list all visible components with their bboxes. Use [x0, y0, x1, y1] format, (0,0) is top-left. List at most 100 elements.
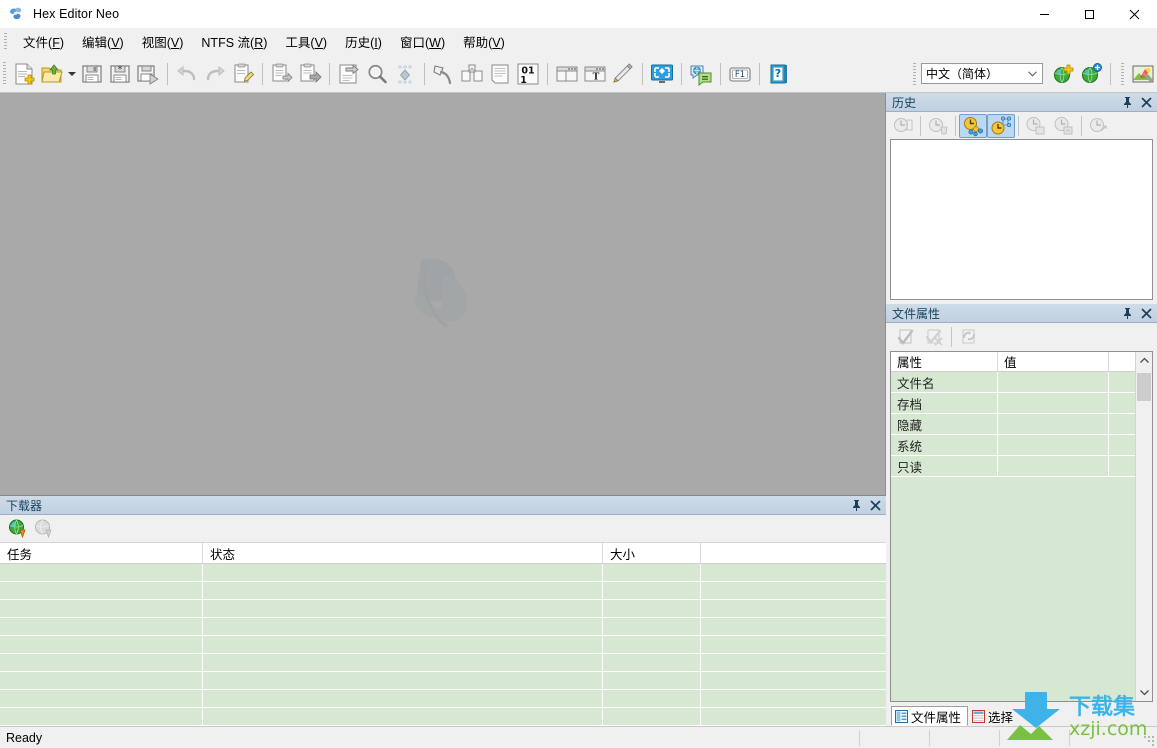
menu-ntfs-streams[interactable]: NTFS 流(R) — [192, 28, 276, 55]
menu-help[interactable]: 帮助(V) — [454, 28, 514, 55]
downloader-grid-body[interactable] — [0, 564, 886, 726]
table-row[interactable] — [0, 690, 886, 708]
f1-button[interactable]: F1 — [726, 60, 754, 88]
scroll-up-button[interactable] — [1136, 352, 1152, 369]
table-row[interactable] — [0, 582, 886, 600]
history-close-button[interactable] — [1138, 94, 1155, 111]
find-button[interactable] — [363, 60, 391, 88]
table-row[interactable] — [0, 672, 886, 690]
theme-button[interactable] — [1129, 60, 1157, 88]
downloader-close-button[interactable] — [867, 497, 884, 514]
column-header-task[interactable]: 任务 — [0, 543, 203, 563]
scroll-down-button[interactable] — [1136, 684, 1152, 701]
column-header-value[interactable]: 值 — [998, 352, 1109, 371]
paste-button[interactable] — [296, 60, 324, 88]
undo-button[interactable] — [173, 60, 201, 88]
hex-editor-canvas[interactable] — [0, 93, 886, 495]
pane-layout-button[interactable] — [553, 60, 581, 88]
open-file-button[interactable] — [38, 60, 66, 88]
svg-text:1: 1 — [520, 75, 527, 86]
pencil-button[interactable] — [609, 60, 637, 88]
property-name: 文件名 — [891, 372, 998, 392]
history-tree-view-button[interactable] — [987, 113, 1015, 138]
compare-button[interactable] — [458, 60, 486, 88]
save-all-button[interactable] — [134, 60, 162, 88]
history-content-area[interactable] — [890, 139, 1153, 300]
download-remove-button[interactable] — [31, 517, 57, 541]
history-branch-view-button[interactable] — [959, 113, 987, 138]
table-row[interactable] — [0, 618, 886, 636]
table-row[interactable]: 只读 — [891, 456, 1135, 477]
history-pin-button[interactable] — [1119, 94, 1136, 111]
menu-window[interactable]: 窗口(W) — [391, 28, 454, 55]
export-button[interactable] — [335, 60, 363, 88]
file-properties-rows[interactable]: 文件名 存档 隐藏 系统 只读 — [891, 372, 1135, 701]
help-button[interactable]: ? — [765, 60, 793, 88]
property-value[interactable] — [998, 393, 1109, 413]
property-value[interactable] — [998, 372, 1109, 392]
add-language-button[interactable] — [1049, 60, 1077, 88]
table-row[interactable] — [0, 564, 886, 582]
update-language-button[interactable] — [1077, 60, 1105, 88]
property-value[interactable] — [998, 414, 1109, 434]
refresh-properties-button[interactable] — [955, 325, 983, 349]
text-pane-button[interactable]: T — [581, 60, 609, 88]
toolbar-gripper-far-right[interactable] — [1121, 62, 1124, 85]
copy-button[interactable] — [268, 60, 296, 88]
scrollbar-track[interactable] — [1136, 369, 1152, 684]
status-pane-1 — [859, 729, 929, 746]
column-header-status[interactable]: 状态 — [203, 543, 603, 563]
table-row[interactable] — [0, 654, 886, 672]
apply-properties-button[interactable] — [892, 325, 920, 349]
revert-properties-button[interactable] — [920, 325, 948, 349]
column-header-size[interactable]: 大小 — [603, 543, 701, 563]
close-button[interactable] — [1112, 0, 1157, 28]
menu-tools[interactable]: 工具(V) — [276, 28, 336, 55]
fill-button[interactable] — [430, 60, 458, 88]
fullscreen-button[interactable] — [648, 60, 676, 88]
downloader-pin-button[interactable] — [848, 497, 865, 514]
menu-view[interactable]: 视图(V) — [133, 28, 193, 55]
menu-history[interactable]: 历史(I) — [336, 28, 391, 55]
menu-edit[interactable]: 编辑(V) — [73, 28, 133, 55]
property-value[interactable] — [998, 435, 1109, 455]
history-clear-button[interactable] — [924, 114, 952, 138]
history-copy-button[interactable] — [1022, 114, 1050, 138]
edit-button[interactable] — [229, 60, 257, 88]
language-select[interactable]: 中文（简体） English Deutsch 日本語 — [921, 63, 1043, 84]
scrollbar-thumb[interactable] — [1137, 373, 1151, 401]
open-file-dropdown[interactable] — [66, 60, 78, 88]
table-row[interactable] — [0, 636, 886, 654]
history-paste-button[interactable] — [1050, 114, 1078, 138]
table-row[interactable]: 隐藏 — [891, 414, 1135, 435]
property-value[interactable] — [998, 456, 1109, 476]
redo-button[interactable] — [201, 60, 229, 88]
binary-mode-button[interactable]: 01 1 — [514, 60, 542, 88]
structure-button[interactable] — [391, 60, 419, 88]
file-properties-scrollbar[interactable] — [1135, 352, 1152, 701]
toolbar-gripper-right[interactable] — [913, 62, 916, 85]
save-as-button[interactable]: * — [106, 60, 134, 88]
resize-grip[interactable] — [1139, 727, 1157, 748]
tab-selection[interactable]: 选择 — [968, 706, 1020, 726]
file-properties-close-button[interactable] — [1138, 305, 1155, 322]
file-properties-pin-button[interactable] — [1119, 305, 1136, 322]
history-first-button[interactable] — [889, 114, 917, 138]
table-row[interactable] — [0, 600, 886, 618]
table-row[interactable]: 存档 — [891, 393, 1135, 414]
minimize-button[interactable] — [1022, 0, 1067, 28]
pattern-button[interactable] — [486, 60, 514, 88]
menu-file[interactable]: 文件(F) — [14, 28, 73, 55]
table-row[interactable]: 系统 — [891, 435, 1135, 456]
history-export-button[interactable] — [1085, 114, 1113, 138]
table-row[interactable]: 文件名 — [891, 372, 1135, 393]
column-header-attribute[interactable]: 属性 — [891, 352, 998, 371]
download-add-button[interactable] — [5, 517, 31, 541]
maximize-button[interactable] — [1067, 0, 1112, 28]
svg-text:*: * — [118, 65, 123, 75]
translate-button[interactable] — [687, 60, 715, 88]
save-button[interactable] — [78, 60, 106, 88]
tab-file-properties[interactable]: 文件属性 — [891, 706, 969, 726]
table-row[interactable] — [0, 708, 886, 726]
new-file-button[interactable] — [10, 60, 38, 88]
